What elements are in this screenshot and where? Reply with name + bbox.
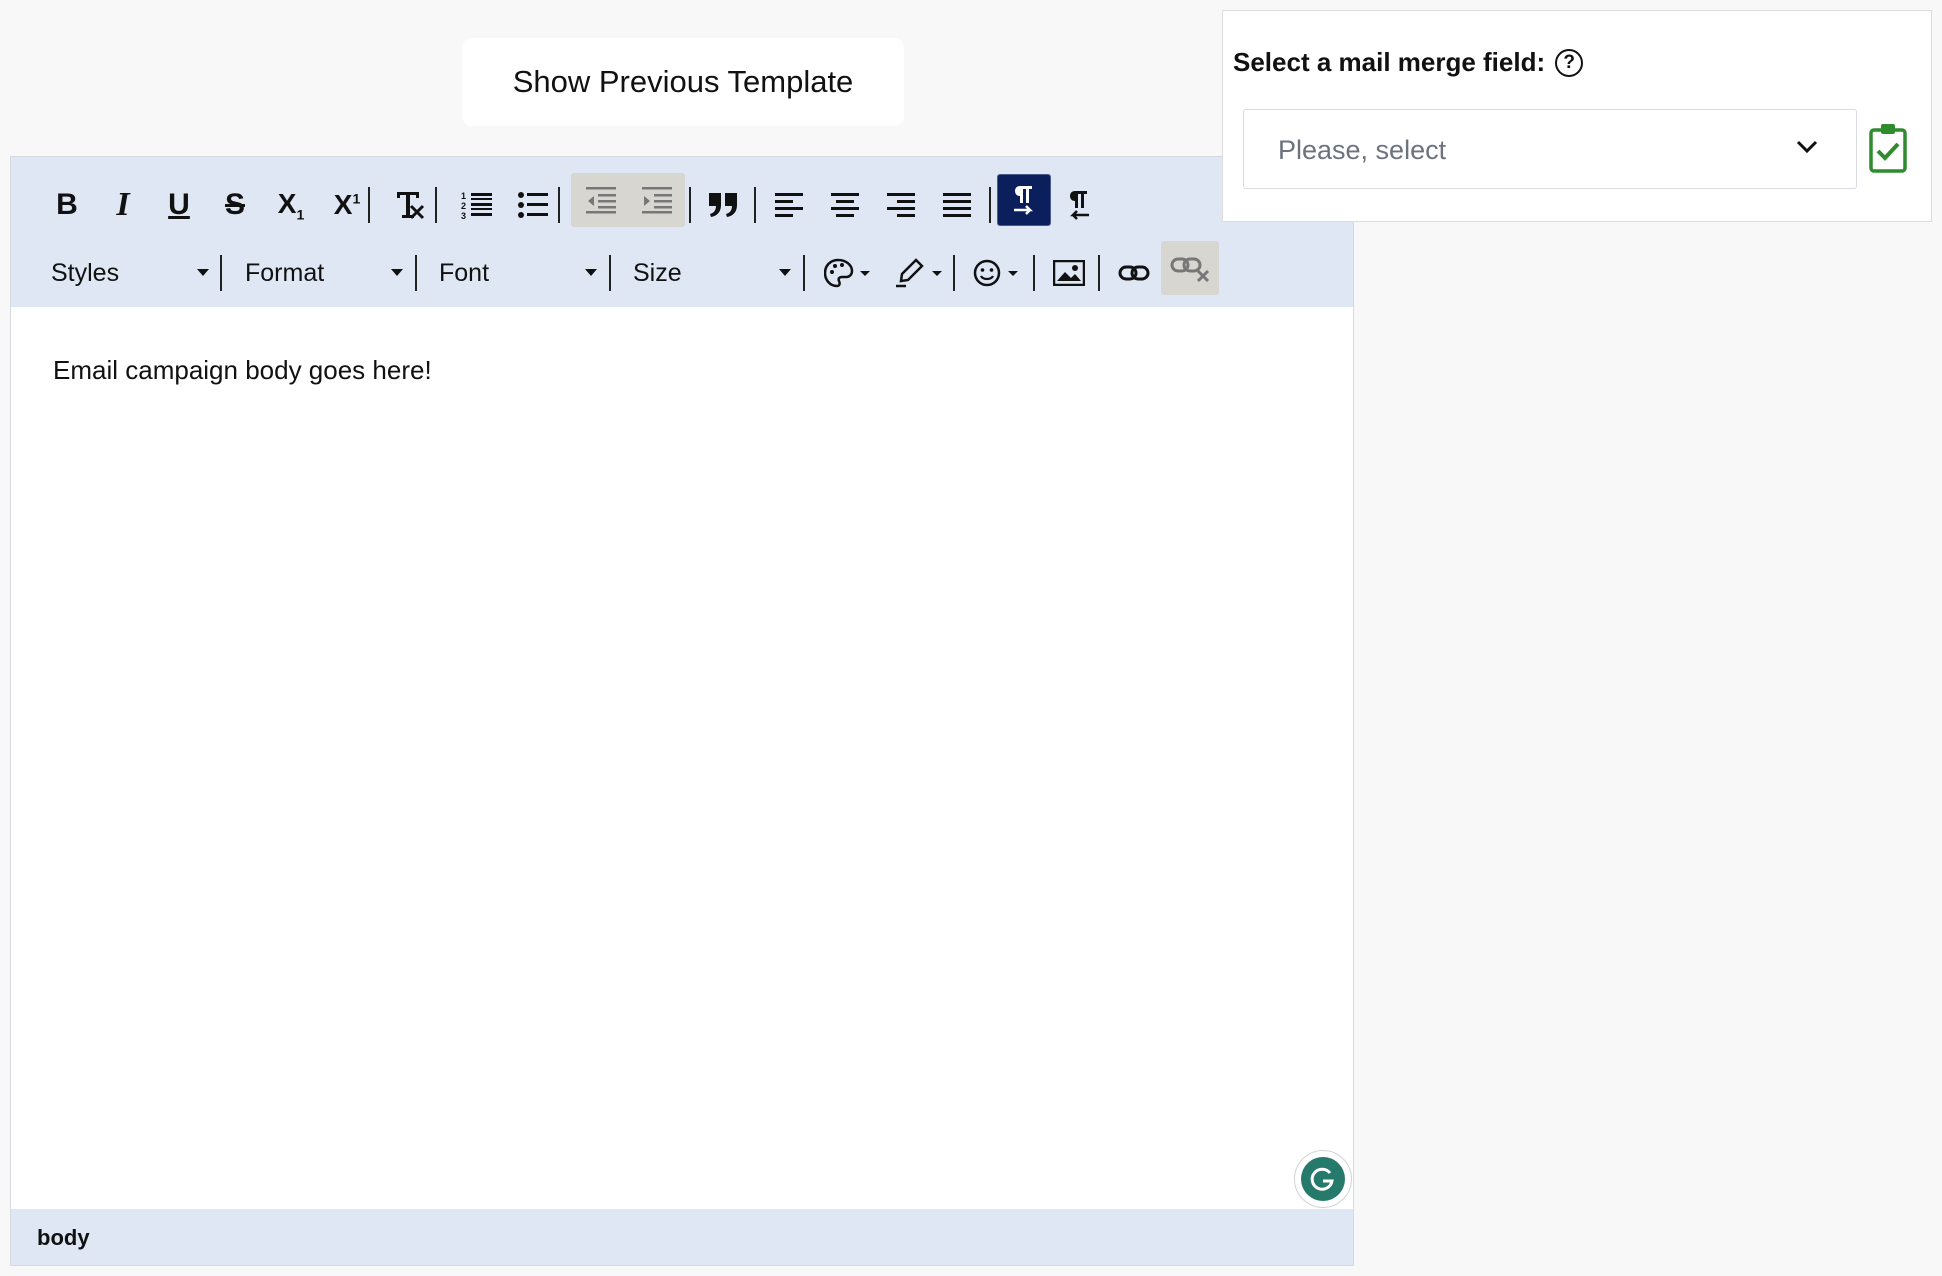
highlight-color-button[interactable] [887,247,949,299]
highlighter-icon [896,258,942,288]
caret-down-icon [585,269,597,276]
justify-button[interactable] [931,179,983,231]
styles-dropdown[interactable]: Styles [41,247,217,299]
help-icon[interactable]: ? [1555,48,1584,77]
strikethrough-icon: S [224,188,245,221]
align-right-icon [887,193,915,217]
remove-format-button[interactable] [383,179,435,231]
caret-down-icon [779,269,791,276]
strikethrough-button[interactable]: S [209,179,261,231]
caret-down-icon [197,269,209,276]
text-direction-ltr-icon [1014,186,1034,215]
rich-text-editor: B I U S X1 X1 123 Styles Format Font Siz… [10,156,1354,1266]
emoji-button[interactable] [965,247,1025,299]
toolbar-separator [1033,255,1035,291]
toolbar-separator [989,187,991,223]
underline-button[interactable]: U [153,179,205,231]
blockquote-button[interactable] [697,179,749,231]
toolbar-separator [368,187,370,223]
outdent-icon [586,187,616,214]
chevron-down-icon [1796,140,1818,154]
format-dropdown-label: Format [245,258,325,287]
unlink-button[interactable] [1161,241,1219,295]
numbered-list-button[interactable]: 123 [451,179,503,231]
align-center-icon [831,193,859,217]
font-dropdown[interactable]: Font [429,247,605,299]
svg-text:3: 3 [461,211,466,220]
decrease-indent-button[interactable] [575,174,627,226]
insert-link-button[interactable] [1108,247,1160,299]
size-dropdown-label: Size [633,258,682,287]
grammarly-icon [1301,1157,1345,1201]
toolbar-separator [1098,255,1100,291]
mail-merge-title-text: Select a mail merge field: [1233,47,1546,77]
format-dropdown[interactable]: Format [235,247,411,299]
show-previous-template-button[interactable]: Show Previous Template [462,38,904,126]
align-right-button[interactable] [875,179,927,231]
mail-merge-select-placeholder: Please, select [1278,135,1447,165]
toolbar-separator [435,187,437,223]
superscript-button[interactable]: X1 [321,179,373,231]
element-path-body[interactable]: body [37,1225,90,1251]
italic-button[interactable]: I [97,179,149,231]
caret-down-icon [391,269,403,276]
toolbar-separator [558,187,560,223]
image-icon [1053,260,1085,286]
toolbar-separator [953,255,955,291]
bulleted-list-icon [518,192,548,218]
text-direction-rtl-icon [1069,191,1089,220]
quote-icon [709,193,737,217]
numbered-list-icon: 123 [461,191,492,220]
bold-button[interactable]: B [41,179,93,231]
italic-icon: I [116,186,130,223]
svg-text:2: 2 [461,201,466,211]
align-left-button[interactable] [763,179,815,231]
toolbar-separator [803,255,805,291]
size-dropdown[interactable]: Size [623,247,799,299]
superscript-icon: X1 [333,189,361,220]
toolbar-separator [754,187,756,223]
insert-image-button[interactable] [1043,247,1095,299]
align-left-icon [775,193,803,217]
increase-indent-button[interactable] [631,174,683,226]
bulleted-list-button[interactable] [507,179,559,231]
unlink-icon [1170,257,1210,283]
smiley-icon [973,259,1018,287]
grammarly-button[interactable] [1294,1150,1352,1208]
ltr-button[interactable] [997,174,1051,226]
justify-icon [943,193,971,217]
mail-merge-select[interactable]: Please, select [1243,109,1857,189]
toolbar-separator [689,187,691,223]
toolbar-separator [609,255,611,291]
remove-format-icon [395,192,425,220]
toolbar-separator [415,255,417,291]
underline-icon: U [168,188,190,221]
clipboard-check-icon[interactable] [1869,123,1907,173]
subscript-icon: X1 [277,187,305,223]
editor-body-text[interactable]: Email campaign body goes here! [53,355,432,386]
subscript-button[interactable]: X1 [265,179,317,231]
font-dropdown-label: Font [439,258,490,287]
toolbar-separator [220,255,222,291]
mail-merge-title: Select a mail merge field: ? [1233,47,1584,78]
bold-icon: B [56,188,78,221]
align-center-button[interactable] [819,179,871,231]
editor-toolbar: B I U S X1 X1 123 Styles Format Font Siz… [11,157,1353,307]
palette-icon [824,258,870,288]
link-icon [1118,265,1150,281]
editor-status-bar: body [11,1209,1353,1265]
editor-content[interactable]: Email campaign body goes here! [11,307,1353,1207]
styles-dropdown-label: Styles [51,258,120,287]
mail-merge-panel: Select a mail merge field: ? Please, sel… [1222,10,1932,222]
indent-icon [642,187,672,214]
svg-text:1: 1 [461,191,466,201]
rtl-button[interactable] [1053,179,1105,231]
text-color-button[interactable] [817,247,877,299]
